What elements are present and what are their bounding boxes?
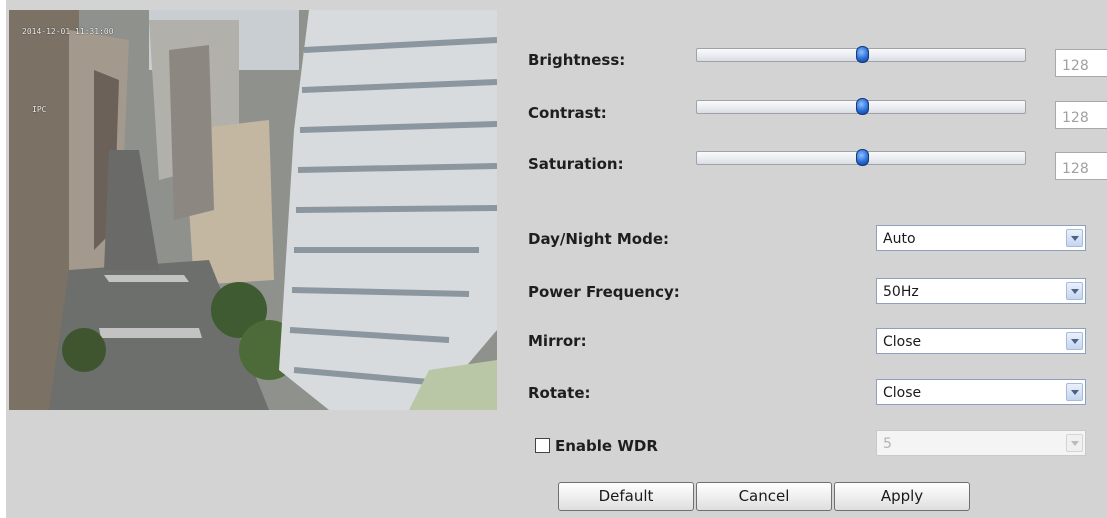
live-video-preview[interactable]: 2014-12-01 11:31:00 IPC xyxy=(9,10,497,410)
apply-button[interactable]: Apply xyxy=(834,482,970,511)
enable-wdr-checkbox[interactable] xyxy=(535,438,550,453)
chevron-down-icon xyxy=(1066,434,1083,452)
video-camera-name-overlay: IPC xyxy=(32,105,47,114)
power-frequency-select[interactable]: 50Hz xyxy=(876,278,1086,304)
slider-thumb-icon[interactable] xyxy=(855,149,869,166)
saturation-value-field[interactable]: 128 xyxy=(1055,152,1107,180)
cancel-button[interactable]: Cancel xyxy=(696,482,832,511)
contrast-slider[interactable] xyxy=(696,98,1026,115)
chevron-down-icon[interactable] xyxy=(1066,332,1083,350)
rotate-label: Rotate: xyxy=(528,384,591,402)
slider-thumb-icon[interactable] xyxy=(855,98,869,115)
day-night-mode-select[interactable]: Auto xyxy=(876,225,1086,251)
slider-thumb-icon[interactable] xyxy=(855,46,869,63)
image-settings-panel: 2014-12-01 11:31:00 IPC Brightness: 128 … xyxy=(6,0,1107,518)
brightness-value-field[interactable]: 128 xyxy=(1055,49,1107,77)
saturation-slider[interactable] xyxy=(696,149,1026,166)
brightness-label: Brightness: xyxy=(528,51,626,69)
rotate-value: Close xyxy=(883,385,922,401)
chevron-down-icon[interactable] xyxy=(1066,229,1083,247)
wdr-level-value: 5 xyxy=(883,436,892,452)
mirror-label: Mirror: xyxy=(528,332,587,350)
mirror-select[interactable]: Close xyxy=(876,328,1086,354)
enable-wdr-label: Enable WDR xyxy=(555,437,658,455)
power-frequency-value: 50Hz xyxy=(883,284,919,300)
default-button[interactable]: Default xyxy=(558,482,694,511)
power-frequency-label: Power Frequency: xyxy=(528,283,680,301)
chevron-down-icon[interactable] xyxy=(1066,383,1083,401)
brightness-slider[interactable] xyxy=(696,46,1026,63)
wdr-level-select[interactable]: 5 xyxy=(876,430,1086,456)
day-night-mode-label: Day/Night Mode: xyxy=(528,230,670,248)
contrast-value-field[interactable]: 128 xyxy=(1055,101,1107,129)
street-scene-image xyxy=(9,10,497,410)
mirror-value: Close xyxy=(883,334,922,350)
chevron-down-icon[interactable] xyxy=(1066,282,1083,300)
video-timestamp-overlay: 2014-12-01 11:31:00 xyxy=(22,27,114,36)
rotate-select[interactable]: Close xyxy=(876,379,1086,405)
contrast-label: Contrast: xyxy=(528,104,607,122)
saturation-label: Saturation: xyxy=(528,155,624,173)
day-night-mode-value: Auto xyxy=(883,231,916,247)
